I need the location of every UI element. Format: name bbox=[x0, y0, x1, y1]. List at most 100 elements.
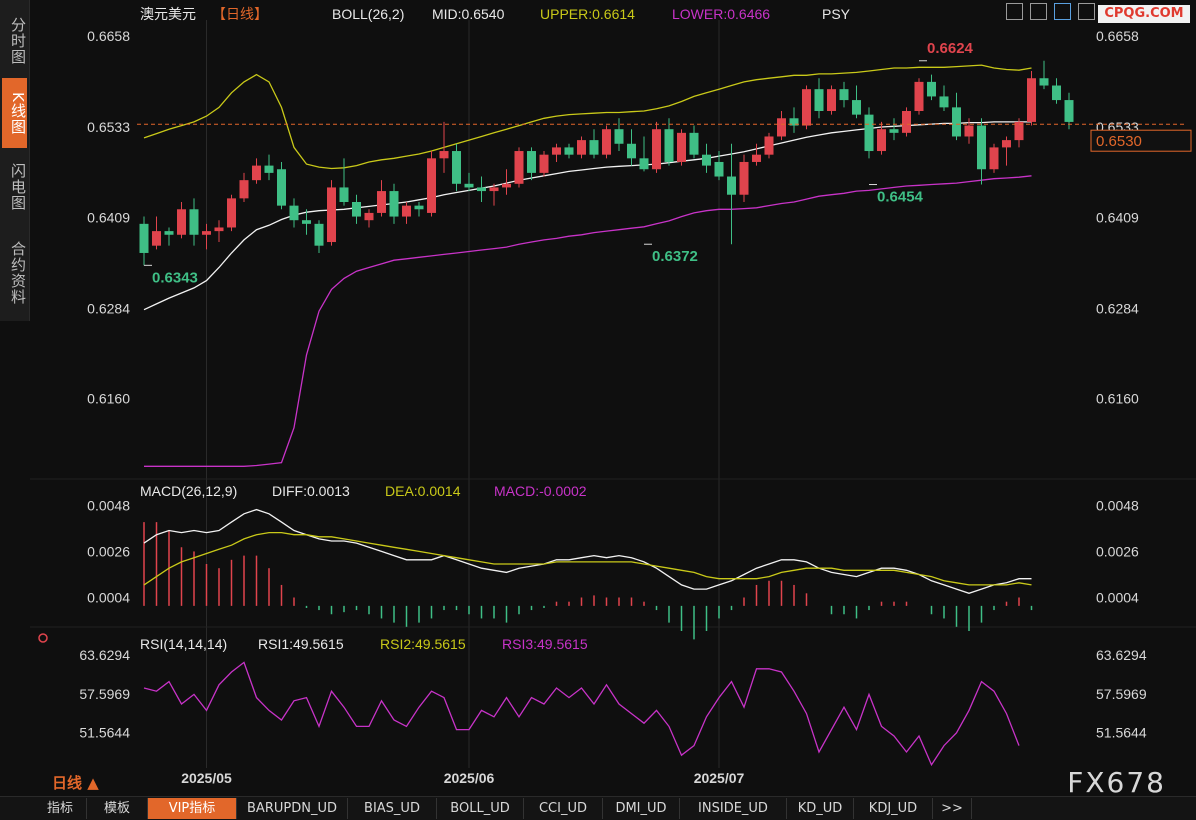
candle-body bbox=[964, 125, 974, 137]
tab-templates[interactable]: 模板 bbox=[87, 798, 148, 819]
extreme-label: 0.6343 bbox=[152, 269, 198, 286]
candle-body bbox=[752, 154, 761, 162]
y-tick-label-right: 0.6284 bbox=[1096, 300, 1139, 316]
candle-body bbox=[814, 89, 824, 111]
boll-upper-line bbox=[143, 64, 1032, 170]
candle-body bbox=[564, 147, 574, 155]
y-tick-label-left: 0.6160 bbox=[87, 391, 130, 407]
extreme-label: 0.6454 bbox=[877, 189, 924, 206]
candle-body bbox=[302, 220, 311, 224]
tab-bias[interactable]: BIAS_UD bbox=[348, 798, 437, 819]
macd-tick-label-left: 0.0004 bbox=[87, 590, 130, 606]
rsi-tick-label-left: 51.5644 bbox=[79, 724, 130, 740]
psy-label: PSY bbox=[822, 6, 851, 22]
chart-canvas[interactable]: 2025/05 2025/06 2025/07 0.6658 0.6658 0.6533 0… bbox=[0, 0, 1196, 796]
window-settings-icon[interactable] bbox=[1078, 3, 1095, 20]
candle-body bbox=[1027, 78, 1036, 122]
window-tile-icon[interactable] bbox=[1006, 3, 1023, 20]
candle-body bbox=[339, 187, 349, 202]
candle-body bbox=[214, 227, 224, 232]
tab-barupdn[interactable]: BARUPDN_UD bbox=[237, 798, 348, 819]
candle-body bbox=[652, 129, 661, 170]
macd-tick-label-right: 0.0048 bbox=[1096, 497, 1139, 513]
current-price-label: 0.6530 bbox=[1096, 133, 1142, 150]
macd-tick-label-left: 0.0048 bbox=[87, 497, 130, 513]
watermark-logo: CPQG.COM bbox=[1098, 5, 1190, 23]
window-chart-icon[interactable] bbox=[1054, 3, 1071, 20]
rsi-settings-icon bbox=[38, 633, 48, 643]
tab-inside[interactable]: INSIDE_UD bbox=[680, 798, 787, 819]
candle-body bbox=[252, 165, 261, 181]
candle-body bbox=[314, 223, 324, 246]
candle-body bbox=[552, 147, 561, 155]
candle-body bbox=[1064, 100, 1074, 122]
candle-body bbox=[464, 183, 474, 188]
x-tick-label: 2025/06 bbox=[444, 770, 495, 786]
candle-body bbox=[952, 107, 961, 137]
candle-body bbox=[639, 158, 649, 170]
tab-vip-indicators[interactable]: VIP指标 bbox=[148, 798, 237, 819]
y-tick-label-right: 0.6160 bbox=[1096, 391, 1139, 407]
candle-body bbox=[852, 100, 861, 115]
candle-body bbox=[664, 129, 674, 162]
candle-body bbox=[489, 187, 499, 192]
macd-tick-label-left: 0.0026 bbox=[87, 543, 130, 559]
tab-kdj[interactable]: KDJ_UD bbox=[854, 798, 933, 819]
macd-diff-line bbox=[143, 508, 1032, 594]
boll-mid-line bbox=[143, 121, 1032, 311]
candle-body bbox=[889, 129, 899, 133]
candle-body bbox=[939, 96, 949, 108]
rsi-tick-label-right: 51.5644 bbox=[1096, 724, 1147, 740]
macd-tick-label-right: 0.0004 bbox=[1096, 590, 1139, 606]
y-tick-label-left: 0.6533 bbox=[87, 119, 130, 135]
rsi-line bbox=[143, 661, 1020, 767]
candle-body bbox=[739, 161, 749, 195]
candle-body bbox=[264, 165, 274, 173]
period-selector[interactable]: 日线 ▲ bbox=[52, 772, 99, 793]
candle-body bbox=[589, 140, 599, 155]
candle-body bbox=[627, 143, 636, 159]
candle-body bbox=[477, 187, 486, 192]
candle-body bbox=[802, 89, 811, 126]
rsi-tick-label-left: 57.5969 bbox=[79, 686, 130, 702]
candle-body bbox=[327, 187, 336, 243]
candle-body bbox=[714, 161, 724, 177]
candle-body bbox=[539, 154, 549, 173]
candle-body bbox=[727, 176, 736, 195]
candle-body bbox=[277, 169, 286, 206]
candle-body bbox=[777, 118, 786, 137]
candle-body bbox=[202, 231, 211, 235]
tab-more[interactable]: >> bbox=[933, 798, 972, 819]
window-grid-icon[interactable] bbox=[1030, 3, 1047, 20]
tab-indicators[interactable]: 指标 bbox=[34, 798, 87, 819]
boll-lower-line bbox=[144, 175, 1032, 467]
y-tick-label-right: 0.6409 bbox=[1096, 209, 1139, 225]
y-tick-label-left: 0.6284 bbox=[87, 300, 130, 316]
candle-body bbox=[702, 154, 711, 166]
tab-boll[interactable]: BOLL_UD bbox=[437, 798, 524, 819]
macd-value: MACD:-0.0002 bbox=[494, 483, 587, 499]
candle-body bbox=[364, 212, 374, 221]
boll-name: BOLL(26,2) bbox=[332, 6, 404, 22]
rsi-tick-label-right: 63.6294 bbox=[1096, 647, 1147, 663]
period-label: 【日线】 bbox=[212, 6, 268, 22]
rsi2-value: RSI2:49.5615 bbox=[380, 636, 466, 652]
candle-body bbox=[864, 114, 874, 152]
tab-kd[interactable]: KD_UD bbox=[787, 798, 854, 819]
candle-body bbox=[977, 125, 986, 170]
x-tick-label: 2025/05 bbox=[181, 770, 232, 786]
rsi3-value: RSI3:49.5615 bbox=[502, 636, 588, 652]
tab-dmi[interactable]: DMI_UD bbox=[603, 798, 680, 819]
candle-body bbox=[189, 209, 199, 235]
rsi1-value: RSI1:49.5615 bbox=[258, 636, 344, 652]
rsi-tick-label-left: 63.6294 bbox=[79, 647, 130, 663]
candle-body bbox=[1052, 85, 1061, 101]
candle-body bbox=[414, 205, 424, 210]
y-tick-label-left: 0.6658 bbox=[87, 28, 130, 44]
candle-body bbox=[677, 132, 686, 162]
candle-body bbox=[1002, 140, 1011, 148]
candle-body bbox=[402, 205, 411, 217]
candle-body bbox=[764, 136, 774, 155]
x-tick-label: 2025/07 bbox=[694, 770, 745, 786]
tab-cci[interactable]: CCI_UD bbox=[524, 798, 603, 819]
